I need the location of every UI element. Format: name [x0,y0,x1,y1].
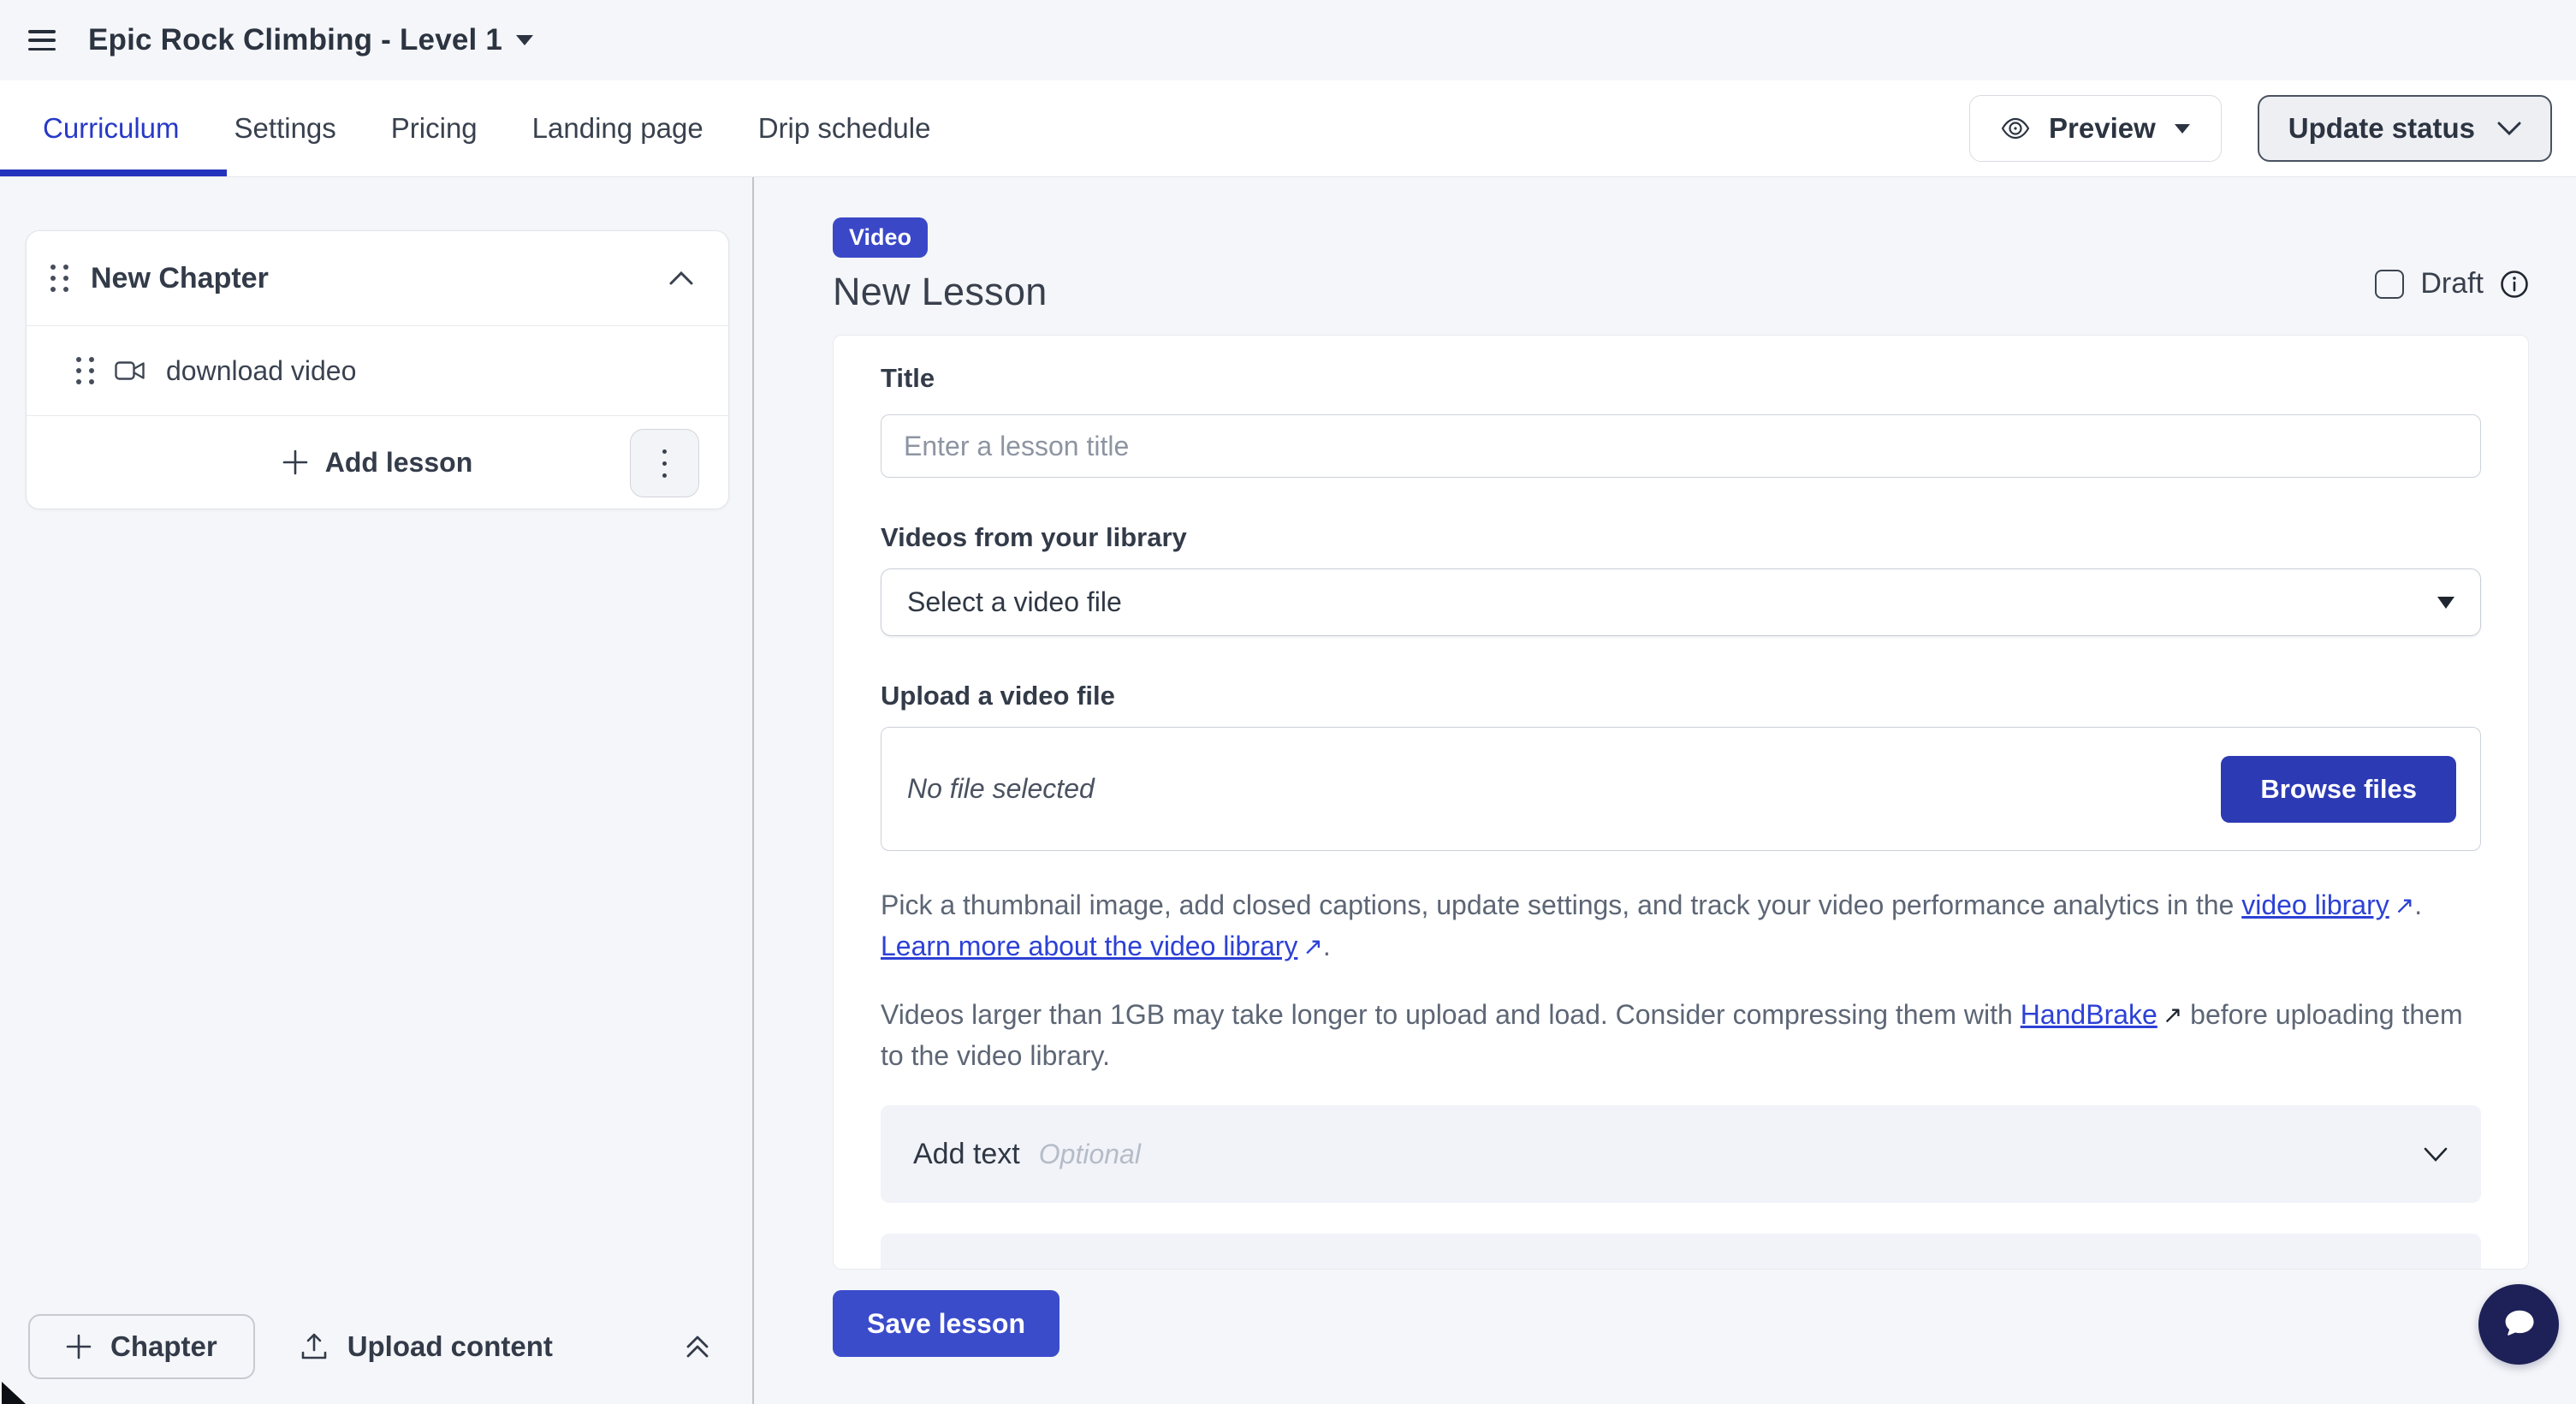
chapter-header[interactable]: New Chapter [27,231,728,325]
optional-hint: Optional [1039,1139,1141,1170]
add-lesson-label: Add lesson [325,447,472,479]
chevron-down-icon [2497,121,2521,136]
browse-files-button[interactable]: Browse files [2221,756,2456,823]
file-upload-dropzone[interactable]: No file selected Browse files [881,727,2481,851]
collapse-all-icon[interactable] [684,1333,711,1360]
video-camera-icon [115,360,145,381]
chapter-card: New Chapter download video [26,230,729,509]
video-select-value: Select a video file [907,586,1122,618]
upload-content-label: Upload content [347,1330,553,1363]
tab-pricing[interactable]: Pricing [391,112,478,145]
title-label: Title [881,363,2481,394]
save-lesson-button[interactable]: Save lesson [833,1290,1059,1357]
help-text: . [2414,889,2422,920]
upload-label: Upload a video file [881,681,2481,711]
tab-settings[interactable]: Settings [234,112,336,145]
video-select[interactable]: Select a video file [881,568,2481,636]
draft-toggle-group: Draft [2375,267,2529,300]
caret-down-icon [2175,124,2190,134]
add-chapter-button[interactable]: Chapter [28,1314,255,1379]
add-downloads-section[interactable]: Add downloads Optional [881,1234,2481,1270]
topbar: Epic Rock Climbing - Level 1 [0,0,2576,80]
hamburger-menu-icon[interactable] [28,30,56,51]
handbrake-link[interactable]: HandBrake [2021,999,2158,1030]
external-link-icon: ↗ [2158,995,2182,1035]
tab-actions: Preview Update status [1969,95,2576,162]
external-link-icon: ↗ [2389,885,2414,925]
draft-checkbox[interactable] [2375,270,2404,299]
course-title-dropdown[interactable]: Epic Rock Climbing - Level 1 [88,23,533,57]
curriculum-sidebar: New Chapter download video [0,177,754,1404]
upload-icon [300,1332,329,1361]
chapter-menu-button[interactable] [630,429,699,497]
library-label: Videos from your library [881,522,2481,553]
tab-landing-page[interactable]: Landing page [532,112,703,145]
course-editor-app: Epic Rock Climbing - Level 1 Curriculum … [0,0,2576,1404]
learn-more-link[interactable]: Learn more about the video library↗ [881,931,1323,961]
lesson-editor: Video New Lesson Draft Tit [754,177,2576,1404]
update-status-button[interactable]: Update status [2258,95,2552,162]
lesson-form-card: Title Videos from your library Select a … [833,335,2529,1270]
tabbar: Curriculum Settings Pricing Landing page… [0,80,2576,177]
lesson-type-badge: Video [833,217,928,258]
help-text: . [1323,931,1331,961]
info-icon[interactable] [2500,270,2529,299]
no-file-text: No file selected [907,773,1095,805]
body: New Chapter download video [0,177,2576,1404]
compression-help-text: Videos larger than 1GB may take longer t… [881,995,2481,1076]
help-text: Pick a thumbnail image, add closed capti… [881,889,2241,920]
tab-curriculum[interactable]: Curriculum [43,112,180,145]
optional-hint: Optional [1131,1267,1233,1270]
add-downloads-label: Add downloads [913,1266,1113,1270]
chapter-title: New Chapter [91,262,269,295]
plus-icon [66,1334,92,1359]
add-text-label: Add text [913,1138,1020,1171]
chat-widget-button[interactable] [2478,1284,2559,1365]
chevron-up-icon[interactable] [668,271,694,286]
external-link-icon: ↗ [1297,926,1322,967]
draft-label: Draft [2420,267,2484,300]
preview-button[interactable]: Preview [1969,95,2222,162]
plus-icon [282,449,308,475]
chevron-down-icon [2423,1146,2448,1163]
lesson-title: download video [166,355,356,387]
drag-handle-icon[interactable] [50,265,68,292]
help-text: Videos larger than 1GB may take longer t… [881,999,2021,1030]
preview-label: Preview [2049,112,2156,145]
select-caret-icon [2437,597,2454,609]
lesson-title-input[interactable] [881,414,2481,478]
add-chapter-label: Chapter [110,1330,217,1363]
chat-bubble-icon [2496,1302,2541,1347]
lesson-item[interactable]: download video [27,325,728,415]
lesson-header: Video New Lesson Draft [833,217,2529,314]
add-text-section[interactable]: Add text Optional [881,1105,2481,1203]
drag-handle-icon[interactable] [76,357,94,384]
video-library-help-text: Pick a thumbnail image, add closed capti… [881,885,2481,967]
tab-drip-schedule[interactable]: Drip schedule [758,112,931,145]
caret-down-icon [516,35,533,45]
page-title: New Lesson [833,270,1048,314]
active-tab-underline [0,170,227,176]
upload-content-button[interactable]: Upload content [300,1330,553,1363]
course-title: Epic Rock Climbing - Level 1 [88,23,502,57]
video-library-link[interactable]: video library↗ [2241,889,2414,920]
eye-icon [2001,117,2030,140]
tab-list: Curriculum Settings Pricing Landing page… [0,112,930,145]
add-lesson-button[interactable]: Add lesson [27,415,728,509]
update-status-label: Update status [2288,112,2475,145]
sidebar-footer: Chapter Upload content [28,1314,711,1379]
